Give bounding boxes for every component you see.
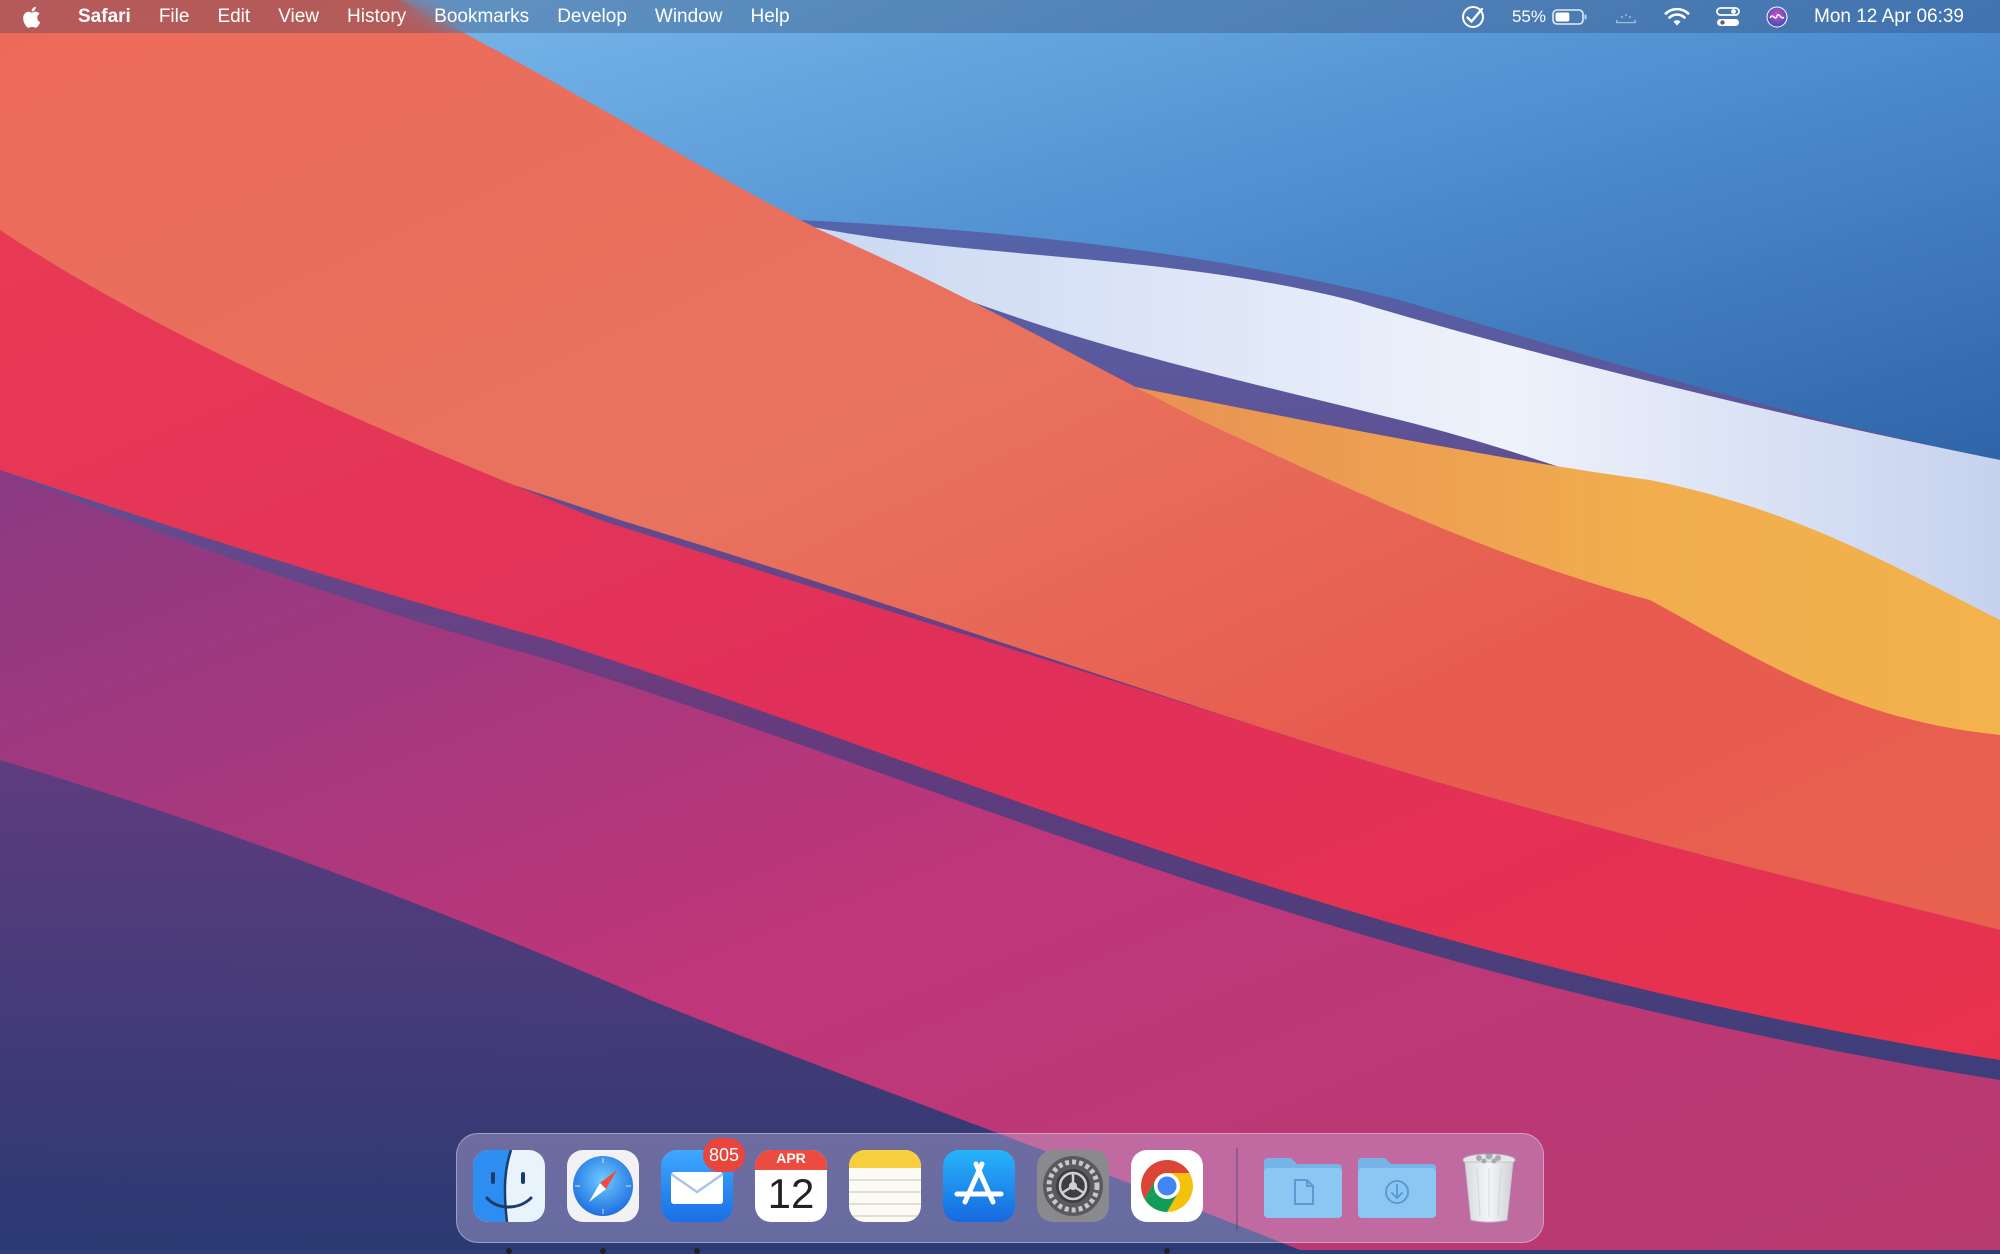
wifi-icon[interactable] [1664, 0, 1690, 33]
battery-icon [1552, 8, 1588, 26]
menu-edit[interactable]: Edit [203, 0, 264, 33]
checkmark-circle-icon[interactable] [1460, 0, 1486, 33]
apple-menu-icon[interactable] [22, 0, 50, 33]
calendar-month: APR [776, 1150, 806, 1166]
documents-folder-icon [1264, 1158, 1342, 1218]
mail-unread-badge: 805 [702, 1138, 745, 1172]
dock-app-notes[interactable] [847, 1148, 923, 1224]
dock-trash[interactable] [1451, 1148, 1527, 1224]
menu-develop[interactable]: Develop [543, 0, 641, 33]
dock-app-safari[interactable] [565, 1148, 641, 1254]
siri-icon[interactable] [1766, 0, 1788, 33]
running-indicator [694, 1248, 700, 1254]
menu-bookmarks[interactable]: Bookmarks [420, 0, 543, 33]
system-preferences-icon [1037, 1150, 1109, 1222]
chrome-icon [1131, 1150, 1203, 1222]
running-indicator [600, 1248, 606, 1254]
menu-app-name[interactable]: Safari [64, 0, 145, 33]
running-indicator [506, 1248, 512, 1254]
dock-separator [1236, 1148, 1238, 1230]
app-store-icon [943, 1150, 1015, 1222]
dock-app-chrome[interactable] [1129, 1148, 1205, 1254]
battery-percent: 55% [1511, 6, 1546, 26]
desktop-wallpaper [0, 0, 2000, 1250]
control-center-icon[interactable] [1716, 0, 1740, 33]
finder-icon [473, 1150, 545, 1222]
dock-app-system-preferences[interactable] [1035, 1148, 1111, 1224]
dock-app-app-store[interactable] [941, 1148, 1017, 1224]
running-indicator [1164, 1248, 1170, 1254]
menu-clock[interactable]: Mon 12 Apr 06:39 [1814, 6, 1964, 28]
battery-status[interactable]: 55% [1512, 0, 1588, 33]
notes-icon [849, 1150, 921, 1222]
dock-app-calendar[interactable]: APR 12 [753, 1148, 829, 1224]
menu-file[interactable]: File [145, 0, 204, 33]
menu-window[interactable]: Window [641, 0, 737, 33]
menu-bar: Safari File Edit View History Bookmarks … [0, 0, 2000, 33]
menu-view[interactable]: View [264, 0, 333, 33]
dock-folder-documents[interactable] [1261, 1148, 1345, 1224]
trash-icon [1462, 1152, 1516, 1223]
dock-app-mail[interactable]: 805 [659, 1138, 745, 1254]
calendar-day: 12 [767, 1170, 815, 1217]
dock: 805 APR 12 [456, 1133, 1544, 1254]
brightness-icon[interactable] [1614, 0, 1638, 33]
menu-help[interactable]: Help [736, 0, 803, 33]
menu-history[interactable]: History [333, 0, 420, 33]
safari-icon [567, 1150, 639, 1222]
dock-app-finder[interactable] [471, 1148, 547, 1254]
downloads-folder-icon [1358, 1158, 1436, 1218]
dock-folder-downloads[interactable] [1355, 1148, 1439, 1224]
